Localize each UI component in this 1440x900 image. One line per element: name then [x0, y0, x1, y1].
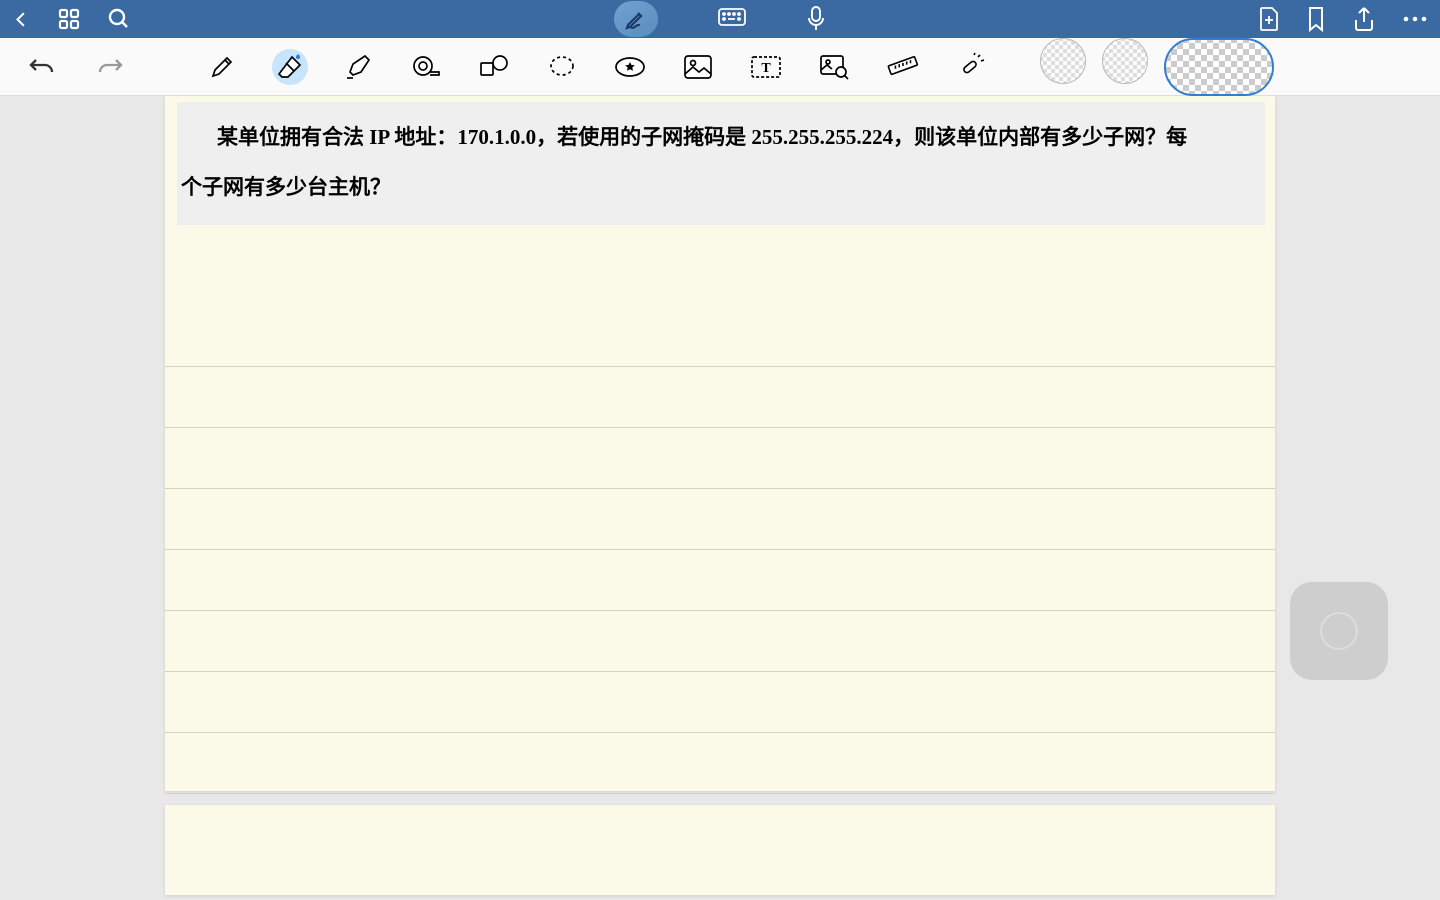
- tape-tool[interactable]: [408, 49, 444, 85]
- search-icon[interactable]: [107, 7, 131, 31]
- stylus-mode-button[interactable]: [614, 1, 658, 37]
- favorites-tool[interactable]: [612, 49, 648, 85]
- question-text: 某单位拥有合法 IP 地址：170.1.0.0，若使用的子网掩码是 255.25…: [181, 112, 1251, 213]
- pen-tool[interactable]: [204, 49, 240, 85]
- question-line1: 某单位拥有合法 IP 地址：170.1.0.0，若使用的子网掩码是 255.25…: [217, 125, 1187, 149]
- bookmark-icon[interactable]: [1306, 6, 1326, 32]
- highlighter-tool[interactable]: [340, 49, 376, 85]
- question-line2: 个子网有多少台主机？: [181, 175, 391, 199]
- lasso-tool[interactable]: [544, 49, 580, 85]
- image-tool[interactable]: [680, 49, 716, 85]
- titlebar-right: [1258, 6, 1428, 32]
- shape-tool[interactable]: [476, 49, 512, 85]
- color-swatches: [1040, 38, 1274, 96]
- laser-tool[interactable]: [952, 49, 988, 85]
- svg-text:T: T: [761, 61, 771, 76]
- back-icon[interactable]: [12, 10, 31, 29]
- text-tool[interactable]: T: [748, 49, 784, 85]
- add-page-icon[interactable]: [1258, 6, 1280, 32]
- ruler-tool[interactable]: [884, 49, 920, 85]
- eraser-tool[interactable]: [272, 49, 308, 85]
- keyboard-icon[interactable]: [718, 8, 746, 30]
- titlebar-center: [614, 1, 826, 37]
- question-box: 某单位拥有合法 IP 地址：170.1.0.0，若使用的子网掩码是 255.25…: [177, 102, 1265, 225]
- toolbar: T: [0, 38, 1440, 96]
- assistive-touch-button[interactable]: [1290, 582, 1388, 680]
- titlebar-left: [12, 7, 131, 31]
- thumbnails-icon[interactable]: [57, 7, 81, 31]
- more-icon[interactable]: [1402, 15, 1428, 23]
- image-search-tool[interactable]: [816, 49, 852, 85]
- undo-button[interactable]: [24, 49, 60, 85]
- note-page-1[interactable]: 某单位拥有合法 IP 地址：170.1.0.0，若使用的子网掩码是 255.25…: [165, 96, 1275, 791]
- note-page-2[interactable]: [165, 805, 1275, 895]
- swatch-active[interactable]: [1164, 38, 1274, 96]
- swatch-1[interactable]: [1040, 38, 1086, 84]
- microphone-icon[interactable]: [806, 6, 826, 32]
- swatch-2[interactable]: [1102, 38, 1148, 84]
- page-area: 某单位拥有合法 IP 地址：170.1.0.0，若使用的子网掩码是 255.25…: [0, 96, 1440, 900]
- share-icon[interactable]: [1352, 6, 1376, 32]
- redo-button[interactable]: [92, 49, 128, 85]
- ruled-lines: [165, 306, 1275, 791]
- titlebar: [0, 0, 1440, 38]
